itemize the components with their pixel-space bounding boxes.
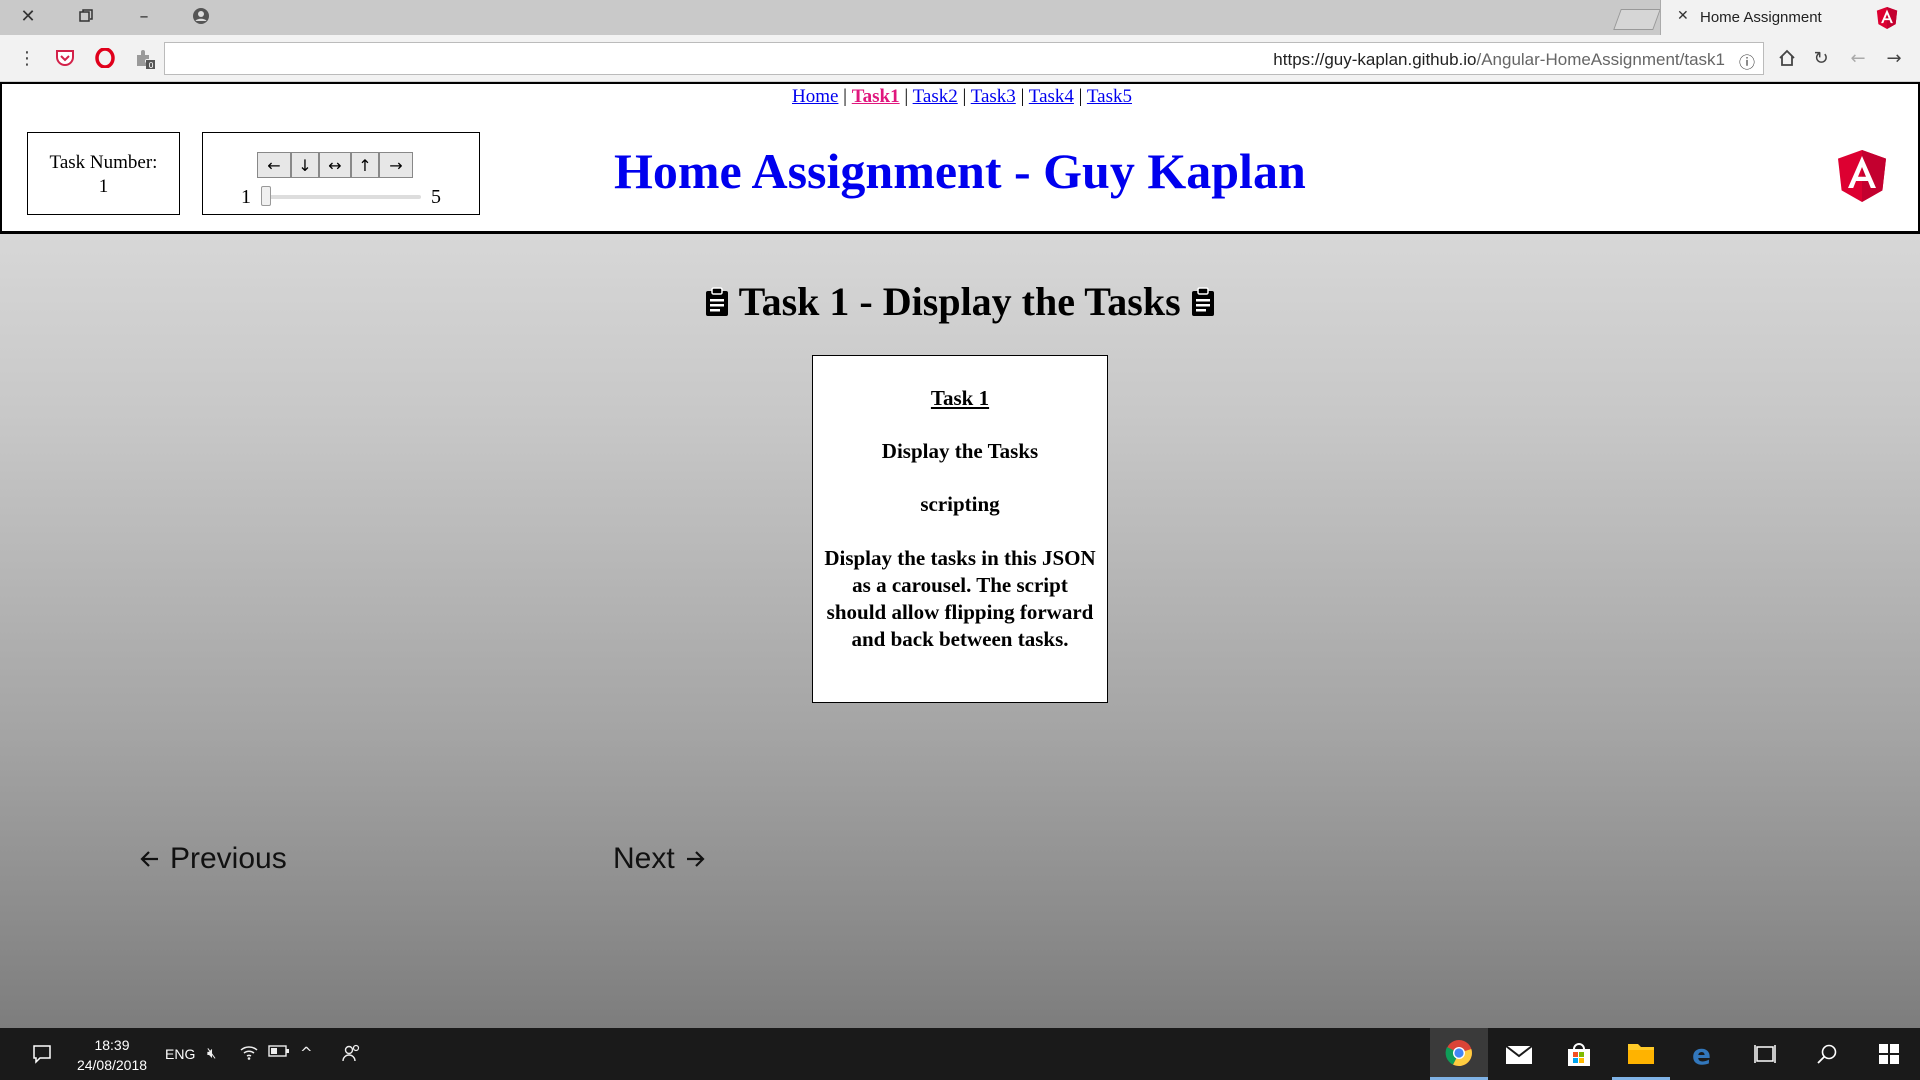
next-label: Next [613, 842, 675, 875]
task-card-name: Display the Tasks [881, 439, 1039, 463]
task-number-box: Task Number: 1 [27, 132, 180, 215]
restore-window-icon[interactable] [64, 0, 108, 32]
top-nav: Home | Task1 | Task2 | Task3 | Task4 | T… [2, 86, 1920, 108]
nav-link-task1[interactable]: Task1 [852, 86, 900, 107]
svg-text:0: 0 [149, 61, 154, 69]
battery-icon[interactable] [268, 1044, 290, 1062]
tab-title: Home Assignment [1700, 9, 1822, 26]
volume-muted-icon[interactable]: 🔇︎ [207, 1044, 216, 1062]
minimize-window-icon[interactable]: – [122, 0, 166, 32]
down-button[interactable]: ↓ [291, 152, 319, 178]
menu-dots-icon[interactable]: ⋮ [14, 45, 40, 71]
store-taskbar-icon[interactable] [1550, 1028, 1608, 1080]
clock-time: 18:39 [94, 1037, 130, 1053]
task-heading: Task 1 - Display the Tasks [0, 278, 1920, 325]
show-hidden-icons-icon[interactable]: ^ [300, 1044, 313, 1062]
task-card: Task 1 Display the Tasks scripting Displ… [812, 355, 1108, 703]
random-task-button[interactable]: ↔ [319, 152, 351, 178]
system-clock[interactable]: 18:39 24/08/2018 [68, 1035, 156, 1075]
task-controls-box: ← ↓ ↔ ↑ → 1 5 [202, 132, 480, 215]
arrow-right-icon [686, 851, 705, 867]
forward-icon[interactable]: → [1881, 45, 1907, 71]
nav-separator: | [904, 86, 909, 107]
task-number-value: 1 [98, 176, 109, 197]
tab-close-icon[interactable]: ✕ [1677, 8, 1689, 24]
task-number-label: Task Number: [49, 152, 158, 173]
chrome-taskbar-icon[interactable] [1430, 1028, 1488, 1080]
edge-taskbar-icon[interactable]: e [1674, 1028, 1732, 1080]
clipboard-icon [706, 287, 729, 316]
nav-link-task3[interactable]: Task3 [971, 86, 1016, 107]
nav-separator: | [962, 86, 967, 107]
task-view-icon[interactable] [1736, 1028, 1794, 1080]
page-body: Home | Task1 | Task2 | Task3 | Task4 | T… [0, 82, 1920, 1028]
next-button[interactable]: Next [613, 842, 707, 876]
clock-date: 24/08/2018 [76, 1057, 148, 1073]
nav-link-task5[interactable]: Task5 [1087, 86, 1132, 107]
url-text: https://guy-kaplan.github.io/Angular-Hom… [1273, 50, 1725, 69]
nav-link-task2[interactable]: Task2 [913, 86, 958, 107]
browser-tab[interactable]: ✕ Home Assignment [1660, 0, 1920, 36]
site-info-icon[interactable]: ⓘ [1739, 49, 1755, 73]
action-center-icon[interactable] [22, 1028, 62, 1080]
task-heading-text: Task 1 - Display the Tasks [738, 279, 1181, 324]
page-header: Home | Task1 | Task2 | Task3 | Task4 | T… [0, 82, 1920, 234]
file-explorer-taskbar-icon[interactable] [1612, 1028, 1670, 1080]
task-slider-thumb[interactable] [261, 186, 271, 206]
opera-extension-icon[interactable] [92, 45, 118, 71]
mail-taskbar-icon[interactable] [1490, 1028, 1548, 1080]
close-window-icon[interactable]: ✕ [6, 0, 50, 32]
task-card-description: Display the tasks in this JSON as a caro… [824, 546, 1096, 651]
search-icon[interactable] [1798, 1028, 1856, 1080]
home-icon[interactable] [1774, 45, 1800, 71]
wifi-icon[interactable] [240, 1044, 258, 1064]
nav-link-task4[interactable]: Task4 [1029, 86, 1074, 107]
task-slider-track[interactable] [265, 195, 421, 199]
back-icon[interactable]: ← [1845, 45, 1871, 71]
angular-favicon-icon [1876, 7, 1898, 29]
os-taskbar: 18:39 24/08/2018 ENG 🔇︎ ^ e [0, 1028, 1920, 1080]
first-task-button[interactable]: ← [257, 152, 291, 178]
arrow-left-icon [140, 851, 158, 867]
nav-link-home[interactable]: Home [792, 86, 838, 107]
start-windows-icon[interactable] [1860, 1028, 1918, 1080]
reload-icon[interactable]: ↻ [1808, 45, 1834, 71]
previous-button[interactable]: Previous [138, 842, 287, 876]
up-button[interactable]: ↑ [351, 152, 379, 178]
slider-min-label: 1 [241, 186, 251, 208]
last-task-button[interactable]: → [379, 152, 413, 178]
page-title: Home Assignment - Guy Kaplan [614, 143, 1306, 199]
pocket-extension-icon[interactable] [52, 45, 78, 71]
language-indicator[interactable]: ENG [165, 1046, 195, 1062]
people-icon[interactable] [342, 1044, 362, 1066]
svg-text:e: e [1692, 1040, 1711, 1068]
browser-tabbar: ✕ – ✕ Home Assignment [0, 0, 1920, 36]
nav-separator: | [843, 86, 847, 107]
task-card-category: scripting [920, 492, 1000, 516]
clipboard-icon [1191, 287, 1214, 316]
address-bar[interactable]: https://guy-kaplan.github.io/Angular-Hom… [164, 42, 1764, 75]
task-card-title: Task 1 [930, 386, 990, 410]
new-tab-button[interactable] [1613, 9, 1661, 30]
slider-max-label: 5 [431, 186, 441, 208]
previous-label: Previous [170, 842, 287, 875]
browser-toolbar: ⋮ 0 ☆ https://guy-kaplan.github.io/Angul… [0, 35, 1920, 82]
nav-separator: | [1078, 86, 1083, 107]
puzzle-extension-icon[interactable]: 0 [132, 45, 158, 71]
nav-separator: | [1020, 86, 1025, 107]
arrow-button-group: ← ↓ ↔ ↑ → [257, 152, 413, 178]
angular-logo-icon [1838, 150, 1886, 202]
profile-icon[interactable] [179, 0, 223, 32]
